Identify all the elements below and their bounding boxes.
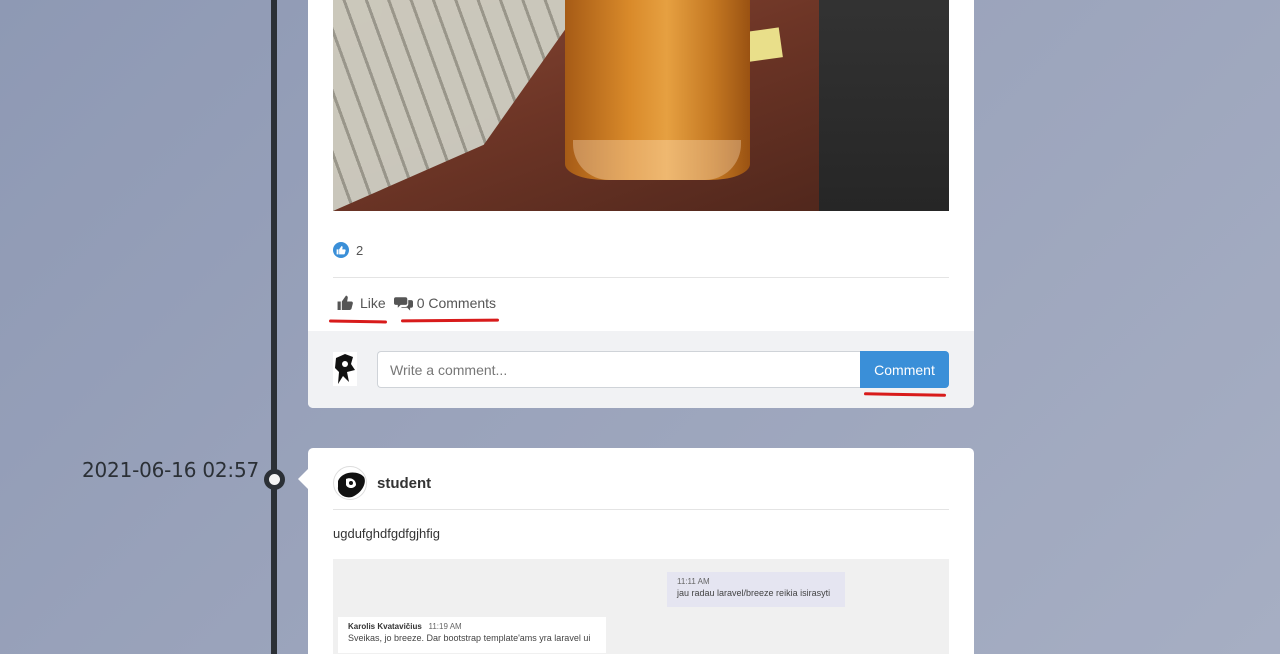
post-text: ugdufghdfgdfgjhfig <box>333 526 440 541</box>
comment-submit-button[interactable]: Comment <box>860 351 949 388</box>
post-image[interactable] <box>333 0 949 211</box>
message-time: 11:11 AM <box>677 577 710 586</box>
like-label: Like <box>360 294 386 311</box>
image-background <box>819 0 949 211</box>
timeline-dot <box>264 469 285 490</box>
post-card: 2 Like 0 Comments Comment <box>308 0 974 408</box>
divider <box>333 277 949 278</box>
image-glass-base <box>573 140 741 180</box>
comments-icon <box>393 296 413 311</box>
comments-label: 0 Comments <box>416 294 497 311</box>
post-actions: Like 0 Comments <box>336 294 496 311</box>
timeline-line <box>271 0 277 654</box>
chat-message: Karolis Kvatavičius 11:19 AM Sveikas, jo… <box>338 617 606 653</box>
post-image[interactable]: 11:11 AM jau radau laravel/breeze reikia… <box>333 559 949 654</box>
like-button[interactable]: Like <box>336 294 386 311</box>
message-text: Sveikas, jo breeze. Dar bootstrap templa… <box>348 633 591 643</box>
reactions-summary[interactable]: 2 <box>333 242 363 258</box>
post-card: student ugdufghdfgdfgjhfig 11:11 AM jau … <box>308 448 974 654</box>
post-author[interactable]: student <box>333 466 431 500</box>
comment-input[interactable] <box>377 351 861 388</box>
comments-button[interactable]: 0 Comments <box>393 294 497 311</box>
message-author: Karolis Kvatavičius <box>348 622 422 631</box>
chat-message: 11:11 AM jau radau laravel/breeze reikia… <box>667 572 845 607</box>
timeline-date: 2021-06-16 02:57 <box>82 458 260 482</box>
like-count: 2 <box>356 242 364 258</box>
thumbs-up-icon <box>333 242 349 258</box>
avatar <box>333 466 367 500</box>
author-name[interactable]: student <box>377 475 431 492</box>
card-pointer <box>298 469 308 489</box>
divider <box>333 509 949 510</box>
thumbs-up-icon <box>337 295 353 310</box>
message-time: 11:19 AM <box>428 622 462 631</box>
comment-composer: Comment <box>308 331 974 408</box>
message-text: jau radau laravel/breeze reikia isirasyt… <box>677 588 831 598</box>
avatar <box>333 352 357 386</box>
